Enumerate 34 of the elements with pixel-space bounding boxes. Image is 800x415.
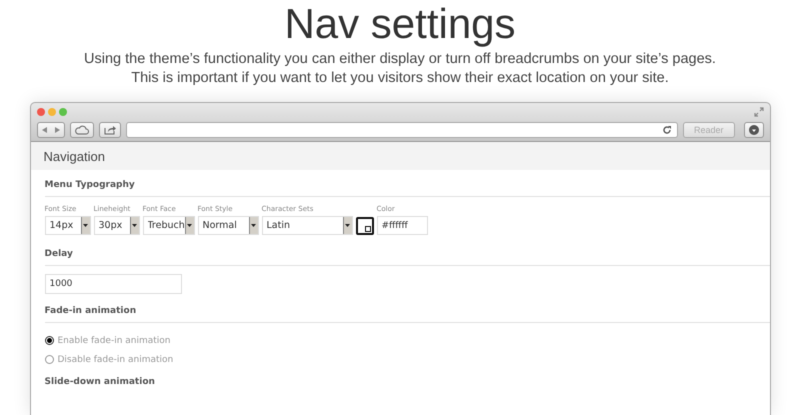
caret-icon	[83, 224, 88, 227]
section-title: Slide-down animation	[44, 376, 156, 389]
cloud-button[interactable]	[70, 122, 94, 138]
select-field[interactable]: 30px	[94, 216, 140, 235]
section-title: Delay	[44, 239, 770, 266]
back-forward-buttons[interactable]	[36, 122, 64, 138]
caret-icon	[345, 224, 350, 227]
intro-text: This is important if you want to let you visitors show their exact location on your site.	[131, 69, 669, 88]
radio-button[interactable]	[44, 355, 54, 364]
delay-input[interactable]: 1000	[44, 274, 182, 294]
select-field[interactable]: Latin	[262, 216, 352, 235]
section-title: Fade-in animation	[44, 296, 770, 323]
share-icon	[104, 124, 116, 134]
zoom-icon[interactable]	[58, 108, 66, 116]
download-icon	[748, 124, 758, 134]
color-input[interactable]: #ffffff	[376, 216, 428, 235]
downloads-button[interactable]	[744, 122, 764, 138]
radio-button[interactable]	[44, 336, 54, 345]
close-icon[interactable]	[36, 108, 44, 116]
caret-icon	[187, 224, 192, 227]
section-title: Menu Typography	[44, 170, 770, 197]
select-field[interactable]: Normal	[198, 216, 258, 235]
page-heading: Nav settings	[284, 0, 516, 48]
color-swatch[interactable]	[356, 217, 374, 235]
caret-icon	[132, 224, 137, 227]
select-field[interactable]: 14px	[44, 216, 90, 235]
share-button[interactable]	[98, 122, 120, 138]
reload-icon[interactable]	[662, 124, 672, 134]
cloud-icon	[74, 124, 88, 134]
caret-icon	[251, 224, 256, 227]
fullscreen-icon[interactable]	[754, 107, 764, 117]
select-field[interactable]: Trebuch	[142, 216, 194, 235]
intro-text: Using the theme’s functionality you can either display or turn off breadcrumbs on your site’s pages.	[84, 50, 716, 69]
panel-title: Navigation	[44, 148, 105, 164]
